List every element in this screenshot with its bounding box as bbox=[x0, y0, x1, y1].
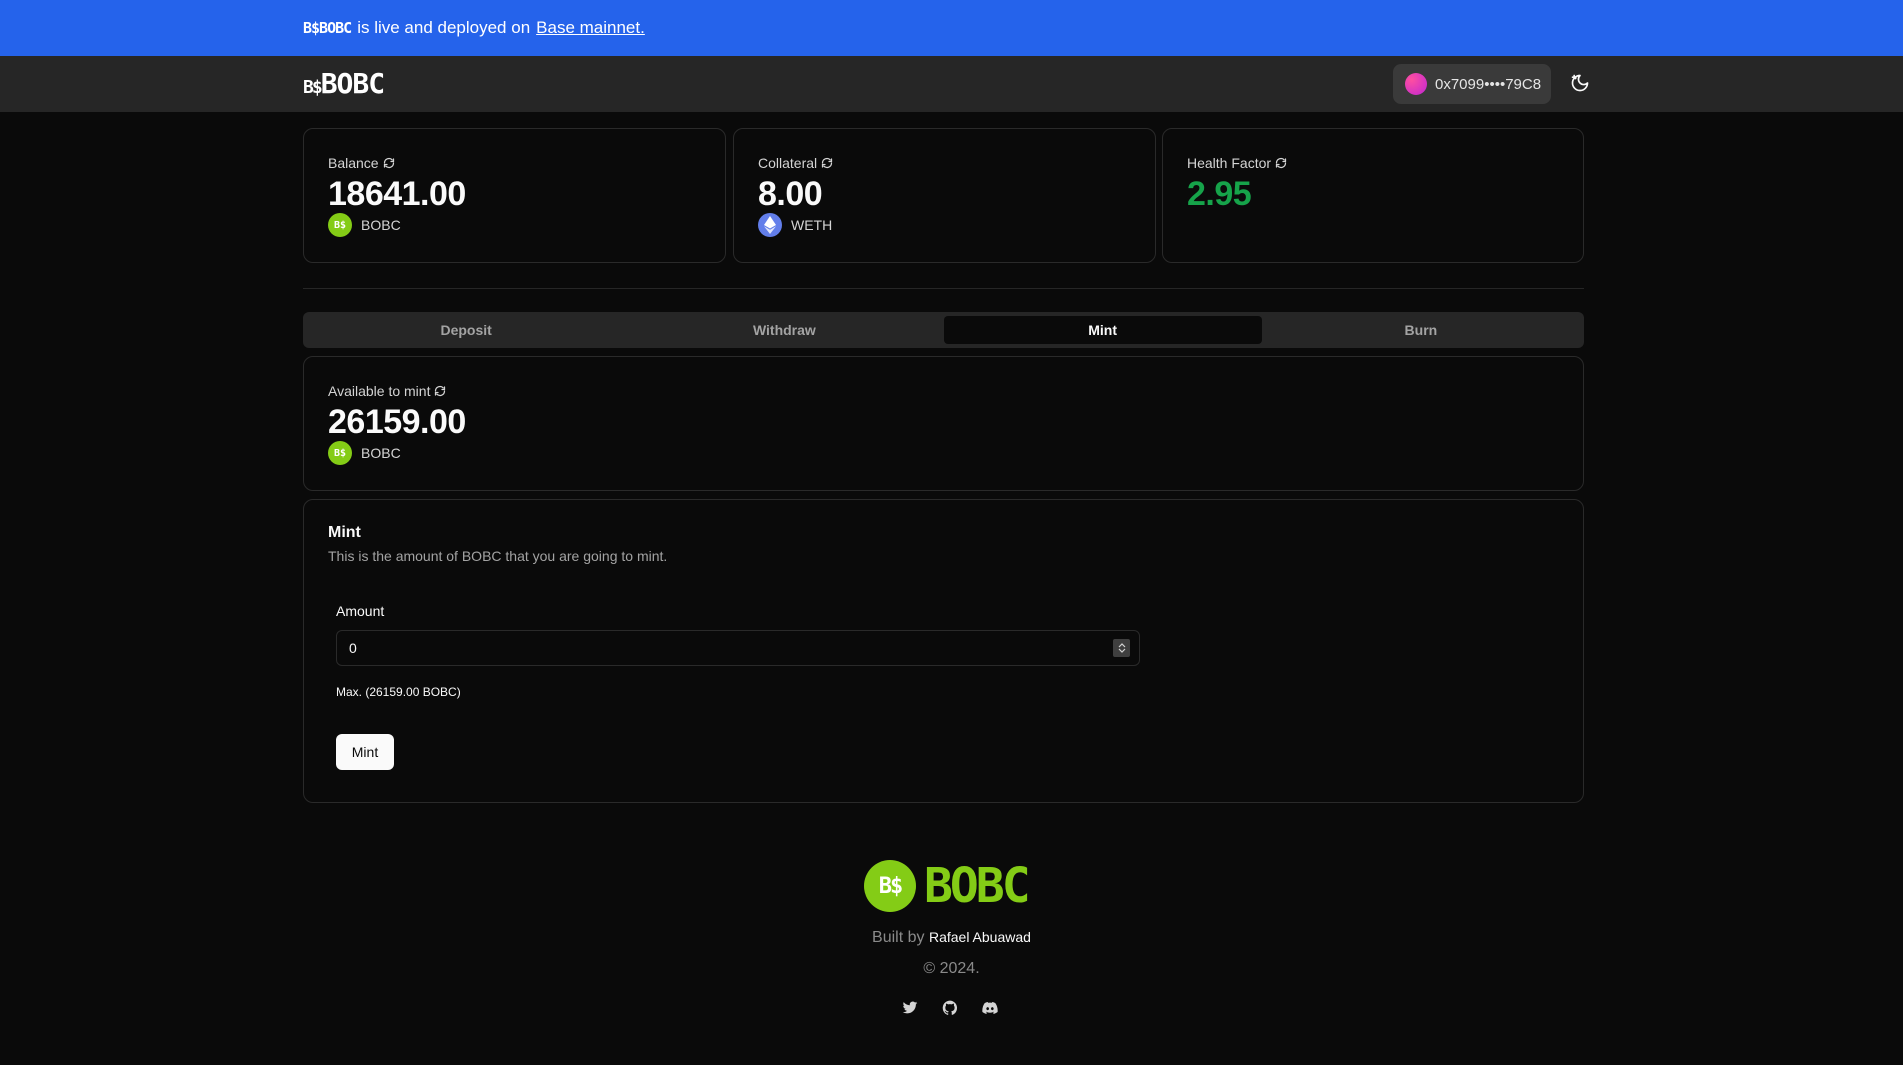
nav-logo-word: BOBC bbox=[320, 67, 385, 100]
available-value: 26159.00 bbox=[328, 403, 466, 441]
built-by-line: Built by Rafael Abuawad bbox=[0, 929, 1903, 947]
amount-label: Amount bbox=[336, 603, 385, 619]
health-factor-card: Health Factor 2.95 bbox=[1162, 128, 1584, 263]
refresh-icon[interactable] bbox=[1275, 157, 1287, 169]
chevron-down-icon bbox=[1118, 648, 1125, 653]
collateral-label-row: Collateral bbox=[758, 155, 833, 171]
health-factor-value: 2.95 bbox=[1187, 175, 1252, 213]
available-token: B$ BOBC bbox=[328, 441, 401, 465]
twitter-icon bbox=[902, 1001, 918, 1014]
balance-value: 18641.00 bbox=[328, 175, 466, 213]
tab-burn[interactable]: Burn bbox=[1262, 316, 1580, 344]
author-link[interactable]: Rafael Abuawad bbox=[929, 929, 1031, 945]
collateral-token: WETH bbox=[758, 213, 832, 237]
action-tabs: Deposit Withdraw Mint Burn bbox=[303, 312, 1584, 348]
base-mainnet-link[interactable]: Base mainnet. bbox=[536, 18, 645, 38]
available-token-label: BOBC bbox=[361, 445, 401, 461]
tab-deposit[interactable]: Deposit bbox=[307, 316, 625, 344]
refresh-icon[interactable] bbox=[383, 157, 395, 169]
amount-input[interactable] bbox=[336, 630, 1140, 666]
discord-icon bbox=[982, 1002, 998, 1014]
balance-token: B$ BOBC bbox=[328, 213, 401, 237]
collateral-label: Collateral bbox=[758, 155, 818, 171]
social-links bbox=[902, 1000, 998, 1016]
section-divider bbox=[303, 288, 1584, 289]
twitter-link[interactable] bbox=[902, 1000, 918, 1016]
footer-logo-word: BOBC bbox=[924, 858, 1031, 914]
wallet-avatar bbox=[1405, 73, 1427, 95]
health-factor-label-row: Health Factor bbox=[1187, 155, 1287, 171]
tab-mint[interactable]: Mint bbox=[943, 316, 1262, 344]
wallet-address: 0x7099••••79C8 bbox=[1435, 75, 1542, 93]
nav-logo[interactable]: B$ BOBC bbox=[303, 67, 385, 100]
tab-withdraw[interactable]: Withdraw bbox=[625, 316, 943, 344]
collateral-value: 8.00 bbox=[758, 175, 823, 213]
github-icon bbox=[942, 1000, 958, 1015]
banner-logo: B$BOBC bbox=[303, 19, 352, 37]
balance-card: Balance 18641.00 B$ BOBC bbox=[303, 128, 726, 263]
discord-link[interactable] bbox=[982, 1000, 998, 1016]
moon-sun-icon bbox=[1571, 74, 1589, 92]
mint-form-description: This is the amount of BOBC that you are … bbox=[328, 548, 668, 564]
balance-label: Balance bbox=[328, 155, 379, 171]
balance-label-row: Balance bbox=[328, 155, 395, 171]
refresh-icon[interactable] bbox=[434, 385, 446, 397]
available-to-mint-card: Available to mint 26159.00 B$ BOBC bbox=[303, 356, 1584, 491]
bobc-token-icon: B$ bbox=[328, 213, 352, 237]
wallet-button[interactable]: 0x7099••••79C8 bbox=[1393, 64, 1551, 104]
footer-logo: B$ BOBC bbox=[864, 858, 1031, 914]
nav-logo-prefix: B$ bbox=[303, 77, 323, 98]
built-by-text: Built by bbox=[872, 929, 925, 946]
bobc-token-icon: B$ bbox=[328, 441, 352, 465]
balance-token-label: BOBC bbox=[361, 217, 401, 233]
refresh-icon[interactable] bbox=[821, 157, 833, 169]
banner-text: is live and deployed on bbox=[357, 18, 531, 37]
max-amount-text[interactable]: Max. (26159.00 BOBC) bbox=[336, 685, 461, 699]
mint-form-card: Mint This is the amount of BOBC that you… bbox=[303, 499, 1584, 803]
bobc-token-icon: B$ bbox=[864, 860, 916, 912]
amount-stepper[interactable] bbox=[1113, 639, 1130, 657]
navbar: B$ BOBC bbox=[0, 56, 1903, 112]
mint-form-title: Mint bbox=[328, 524, 361, 541]
copyright-text: © 2024. bbox=[923, 960, 980, 977]
available-label: Available to mint bbox=[328, 383, 431, 399]
collateral-token-label: WETH bbox=[791, 217, 833, 233]
theme-toggle-button[interactable] bbox=[1568, 71, 1592, 95]
eth-token-icon bbox=[758, 213, 782, 237]
mint-submit-button[interactable]: Mint bbox=[336, 734, 394, 770]
github-link[interactable] bbox=[942, 1000, 958, 1016]
collateral-card: Collateral 8.00 WETH bbox=[733, 128, 1156, 263]
announcement-banner: B$BOBC is live and deployed on Base main… bbox=[0, 0, 1903, 56]
health-factor-label: Health Factor bbox=[1187, 155, 1272, 171]
available-label-row: Available to mint bbox=[328, 383, 446, 399]
